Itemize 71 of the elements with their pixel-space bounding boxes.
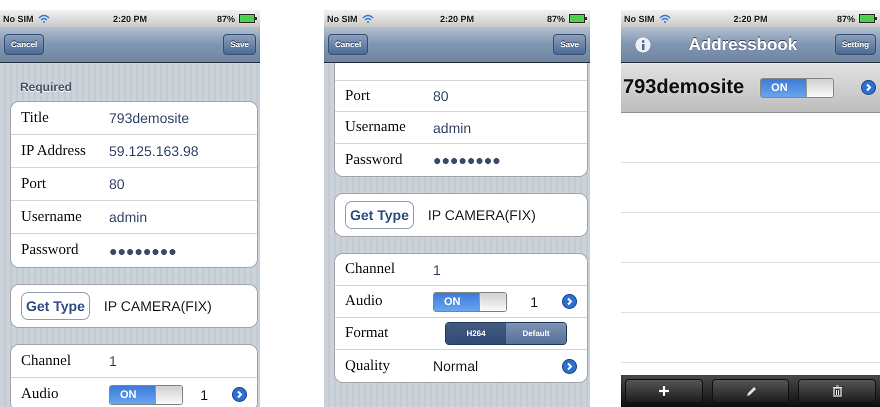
cancel-button[interactable]: Cancel <box>328 34 368 55</box>
field-value: 80 <box>433 88 449 104</box>
toggle-switch[interactable]: ON <box>760 78 834 98</box>
field-value: 793demosite <box>109 110 190 126</box>
disclosure-icon[interactable] <box>861 80 876 95</box>
battery-icon <box>239 14 257 23</box>
carrier-text: No SIM <box>624 14 654 24</box>
field-label: Channel <box>345 261 396 278</box>
field-value: admin <box>433 120 472 136</box>
field-label: Audio <box>21 386 60 403</box>
clock-text: 2:20 PM <box>440 14 474 24</box>
carrier-text: No SIM <box>3 14 34 24</box>
screen-title: Addressbook <box>688 34 798 54</box>
field-value: 1 <box>200 386 208 402</box>
add-icon <box>658 385 670 397</box>
pencil-icon <box>744 385 756 397</box>
add-button[interactable] <box>625 379 703 403</box>
trash-icon <box>831 385 844 397</box>
wifi-icon <box>38 14 50 23</box>
field-value: 59.125.163.98 <box>109 143 199 159</box>
wifi-icon <box>362 14 374 23</box>
battery-text: 87% <box>836 14 855 24</box>
disclosure-icon[interactable] <box>562 358 577 374</box>
field-value: 1 <box>433 262 441 278</box>
field-label: Format <box>345 325 390 342</box>
save-button[interactable]: Save <box>553 34 586 55</box>
battery-icon <box>569 14 587 23</box>
disclosure-icon[interactable] <box>232 387 247 402</box>
field-label: Title <box>21 110 50 126</box>
field-value: 1 <box>530 294 538 310</box>
field-label: Port <box>21 176 48 192</box>
clock-text: 2:20 PM <box>733 14 768 24</box>
pencil-button[interactable] <box>712 379 790 403</box>
info-icon <box>635 36 651 52</box>
segment-option[interactable]: Default <box>506 323 566 344</box>
field-value: ●●●●●●●● <box>109 242 177 258</box>
field-label: Username <box>21 208 83 226</box>
field-value: 80 <box>109 176 125 192</box>
field-label: Quality <box>345 358 391 374</box>
segment-option[interactable]: H264 <box>446 323 506 344</box>
site-name[interactable]: 793demosite <box>623 76 744 99</box>
save-button[interactable]: Save <box>223 34 256 55</box>
wifi-icon <box>658 14 670 23</box>
field-label: Channel <box>21 352 72 370</box>
cancel-button[interactable]: Cancel <box>4 34 44 55</box>
field-value: IP CAMERA(FIX) <box>428 207 536 223</box>
battery-text: 87% <box>216 14 235 24</box>
toggle-switch[interactable]: ON <box>433 292 507 312</box>
field-label: IP Address <box>21 142 87 160</box>
field-value: IP CAMERA(FIX) <box>104 298 212 314</box>
get-type-button[interactable]: Get Type <box>345 201 414 229</box>
field-value: Normal <box>433 358 478 374</box>
toggle-switch[interactable]: ON <box>109 384 183 404</box>
field-value: 1 <box>109 353 117 369</box>
field-label: Audio <box>345 293 384 310</box>
info-button[interactable] <box>635 36 651 52</box>
get-type-button[interactable]: Get Type <box>21 292 90 320</box>
clock-text: 2:20 PM <box>112 14 147 24</box>
carrier-text: No SIM <box>327 14 358 24</box>
battery-text: 87% <box>546 14 565 24</box>
setting-button[interactable]: Setting <box>834 34 876 55</box>
field-label: Password <box>21 242 80 259</box>
field-value: admin <box>109 209 148 225</box>
field-value: ●●●●●●●● <box>433 152 501 168</box>
field-label: Password <box>345 152 404 168</box>
battery-icon <box>859 14 877 23</box>
field-label: Port <box>345 88 372 104</box>
field-label: Username <box>345 119 407 136</box>
disclosure-icon[interactable] <box>562 294 577 309</box>
trash-button[interactable] <box>798 379 876 403</box>
section-header: Required <box>19 79 74 96</box>
